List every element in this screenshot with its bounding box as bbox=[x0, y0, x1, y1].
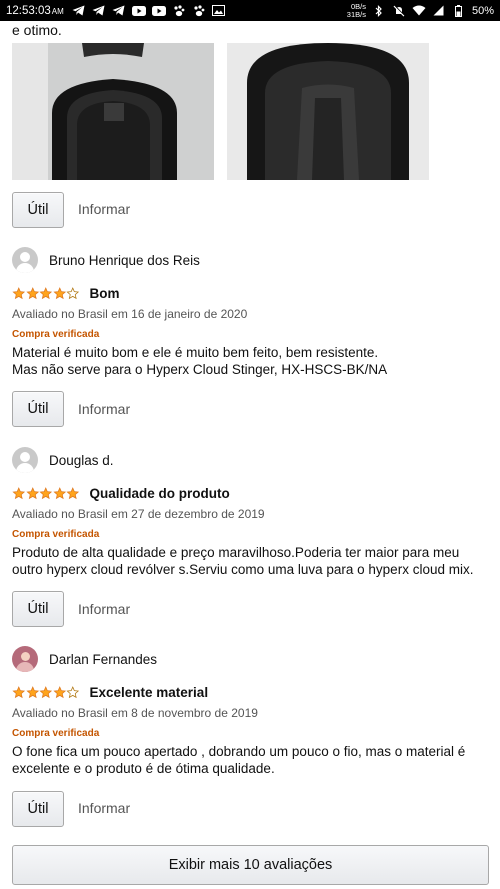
gallery-icon bbox=[212, 5, 226, 17]
mute-icon bbox=[392, 4, 406, 17]
review-card: Douglas d. Qualidade do produto Avaliado… bbox=[12, 447, 490, 578]
star-filled-icon bbox=[25, 486, 39, 499]
star-rating bbox=[12, 486, 80, 500]
review-title[interactable]: Qualidade do produto bbox=[90, 486, 230, 501]
network-speed: 0B/s 31B/s bbox=[346, 1, 366, 19]
star-filled-icon bbox=[52, 286, 66, 299]
review-body: Produto de alta qualidade e preço maravi… bbox=[12, 545, 474, 577]
bluetooth-icon bbox=[372, 4, 386, 17]
avatar bbox=[12, 247, 38, 273]
star-filled-icon bbox=[12, 286, 26, 299]
review-date: Avaliado no Brasil em 16 de janeiro de 2… bbox=[12, 307, 248, 321]
paw-icon bbox=[172, 4, 186, 17]
star-filled-icon bbox=[25, 286, 39, 299]
report-link[interactable]: Informar bbox=[78, 800, 130, 816]
star-filled-icon bbox=[39, 486, 53, 499]
review-body: Material é muito bom e ele é muito bem f… bbox=[12, 345, 388, 377]
battery-icon bbox=[452, 4, 466, 17]
review-date: Avaliado no Brasil em 8 de novembro de 2… bbox=[12, 706, 258, 720]
helpful-button[interactable]: Útil bbox=[12, 192, 64, 228]
star-filled-icon bbox=[52, 685, 66, 698]
star-filled-icon bbox=[12, 486, 26, 499]
review-author: Darlan Fernandes bbox=[49, 651, 158, 667]
signal-icon bbox=[432, 5, 446, 17]
telegram-icon bbox=[92, 5, 106, 17]
review-title[interactable]: Bom bbox=[90, 286, 120, 301]
star-rating bbox=[12, 685, 80, 699]
star-filled-icon bbox=[39, 685, 53, 698]
case-open-photo[interactable] bbox=[12, 43, 214, 180]
star-filled-icon bbox=[12, 685, 26, 698]
verified-purchase-badge: Compra verificada bbox=[12, 329, 100, 340]
helpful-button[interactable]: Útil bbox=[12, 591, 64, 627]
star-rating bbox=[12, 286, 80, 300]
previous-review-text: e otimo. bbox=[12, 22, 62, 38]
verified-purchase-badge: Compra verificada bbox=[12, 529, 100, 540]
star-filled-icon bbox=[52, 486, 66, 499]
helpful-button[interactable]: Útil bbox=[12, 391, 64, 427]
star-filled-icon bbox=[25, 685, 39, 698]
battery-level: 50% bbox=[471, 4, 494, 17]
star-filled-icon bbox=[39, 286, 53, 299]
star-empty-icon bbox=[66, 286, 80, 299]
status-bar: 12:53:03AM 0B/s 31B/s 50% bbox=[0, 0, 500, 21]
review-card: Bruno Henrique dos Reis Bom Avaliado no … bbox=[12, 247, 490, 378]
youtube-icon bbox=[151, 5, 166, 17]
avatar bbox=[12, 447, 38, 473]
star-filled-icon bbox=[66, 486, 80, 499]
helpful-button[interactable]: Útil bbox=[12, 791, 64, 827]
review-title[interactable]: Excelente material bbox=[90, 685, 209, 700]
clock: 12:53:03AM bbox=[6, 4, 64, 17]
review-author: Bruno Henrique dos Reis bbox=[49, 252, 200, 268]
review-date: Avaliado no Brasil em 27 de dezembro de … bbox=[12, 507, 265, 521]
avatar bbox=[12, 646, 38, 672]
case-inner-photo[interactable] bbox=[227, 43, 429, 180]
report-link[interactable]: Informar bbox=[78, 601, 130, 617]
star-empty-icon bbox=[66, 685, 80, 698]
telegram-icon bbox=[72, 5, 86, 17]
review-card: Darlan Fernandes Excelente material Aval… bbox=[12, 646, 490, 777]
verified-purchase-badge: Compra verificada bbox=[12, 728, 100, 739]
show-more-reviews-button[interactable]: Exibir mais 10 avaliações bbox=[12, 845, 489, 885]
report-link[interactable]: Informar bbox=[78, 401, 130, 417]
report-link[interactable]: Informar bbox=[78, 201, 130, 217]
review-author: Douglas d. bbox=[49, 452, 114, 468]
wifi-icon bbox=[412, 5, 426, 17]
telegram-icon bbox=[112, 5, 126, 17]
review-body: O fone fica um pouco apertado , dobrando… bbox=[12, 744, 466, 776]
paw-icon bbox=[192, 4, 206, 17]
youtube-icon bbox=[131, 5, 146, 17]
